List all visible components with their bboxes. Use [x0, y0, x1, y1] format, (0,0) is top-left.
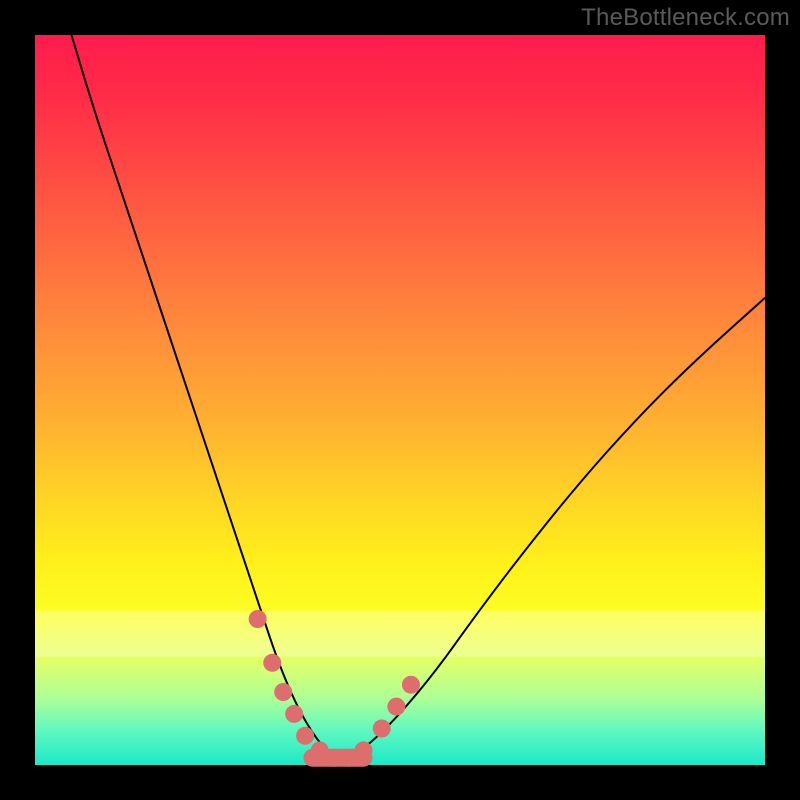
marker-dot [387, 698, 405, 716]
plot-area [35, 35, 765, 765]
marker-dot [355, 741, 373, 759]
plot-svg [35, 35, 765, 765]
watermark-text: TheBottleneck.com [581, 4, 790, 32]
marker-dot [274, 683, 292, 701]
chart-frame: TheBottleneck.com [0, 0, 800, 800]
marker-dot [249, 610, 267, 628]
marker-dot [285, 705, 303, 723]
marker-dot [296, 727, 314, 745]
marker-dot [263, 654, 281, 672]
marker-dot [373, 720, 391, 738]
marker-dot [402, 676, 420, 694]
